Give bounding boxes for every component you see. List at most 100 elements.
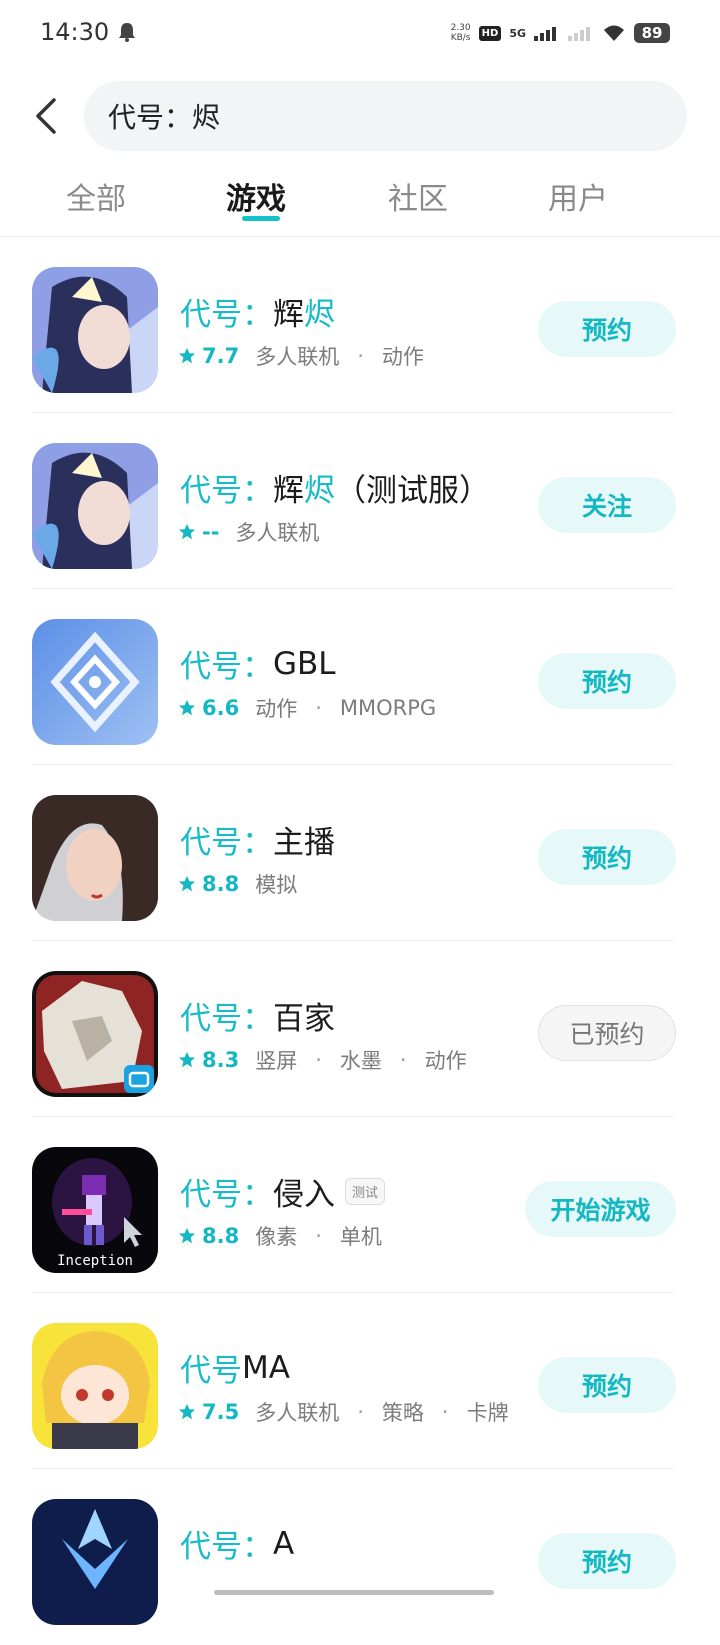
- status-time: 14:30: [40, 18, 110, 46]
- tab-all[interactable]: 全部: [66, 174, 126, 218]
- game-icon[interactable]: [32, 1323, 158, 1449]
- notification-bell-icon: [119, 23, 135, 42]
- game-tag: 竖屏: [255, 1049, 298, 1073]
- name-main: GBL: [273, 645, 336, 682]
- tab-users[interactable]: 用户: [548, 174, 608, 218]
- game-tag: 单机: [339, 1225, 382, 1249]
- name-prefix: 代号：: [180, 825, 273, 861]
- hd-icon: HD: [478, 25, 502, 41]
- reserve-button[interactable]: 预约: [538, 1357, 676, 1413]
- game-row[interactable]: Inception 代号： 侵入 测试 8.8 像素 · 单机 开始游戏: [0, 1117, 720, 1293]
- game-name: 代号 MA: [180, 1345, 290, 1390]
- home-indicator[interactable]: [214, 1590, 494, 1595]
- game-icon[interactable]: [32, 971, 158, 1097]
- star-icon: [178, 523, 196, 540]
- name-main: MA: [242, 1349, 290, 1386]
- game-tag: 模拟: [255, 873, 298, 897]
- rating: 7.7: [202, 344, 240, 368]
- name-main: 辉: [273, 473, 304, 509]
- game-icon[interactable]: [32, 443, 158, 569]
- game-name: 代号： 辉 烬 （测试服）: [180, 465, 490, 510]
- signal-2-icon: [568, 27, 590, 41]
- star-icon: [178, 875, 196, 892]
- star-icon: [178, 699, 196, 716]
- game-meta: 6.6 动作 · MMORPG: [178, 693, 436, 723]
- game-row[interactable]: 代号： 主播 8.8 模拟 预约: [0, 765, 720, 941]
- game-row[interactable]: 代号： 辉 烬 7.7 多人联机 · 动作 预约: [0, 237, 720, 413]
- game-icon[interactable]: [32, 619, 158, 745]
- reserved-button[interactable]: 已预约: [538, 1005, 676, 1061]
- name-main: 侵入: [273, 1177, 335, 1213]
- tag-separator: ·: [315, 1224, 322, 1248]
- tag-separator: ·: [441, 1400, 449, 1424]
- star-icon: [178, 1403, 196, 1420]
- rating: 6.6: [202, 696, 240, 720]
- active-tab-indicator: [242, 216, 280, 221]
- game-name: 代号： 辉 烬: [180, 289, 335, 334]
- name-suffix: （测试服）: [335, 473, 490, 509]
- tag-separator: ·: [357, 344, 364, 368]
- network-type: 5G: [509, 26, 526, 40]
- reserve-button[interactable]: 预约: [538, 301, 676, 357]
- battery-icon: 89: [634, 23, 670, 43]
- name-highlight: 烬: [304, 473, 335, 509]
- rating: 8.8: [202, 1224, 240, 1248]
- reserve-button[interactable]: 预约: [538, 829, 676, 885]
- game-row[interactable]: 代号： 辉 烬 （测试服） -- 多人联机 关注: [0, 413, 720, 589]
- play-button[interactable]: 开始游戏: [525, 1181, 676, 1237]
- game-name: 代号： GBL: [180, 641, 336, 686]
- game-meta: 8.3 竖屏 · 水墨 · 动作: [178, 1045, 467, 1075]
- reserve-button[interactable]: 预约: [538, 653, 676, 709]
- game-tag: 多人联机: [235, 521, 320, 545]
- star-icon: [178, 1051, 196, 1068]
- game-row[interactable]: 代号： GBL 6.6 动作 · MMORPG 预约: [0, 589, 720, 765]
- game-row[interactable]: 代号： A 预约: [0, 1469, 720, 1645]
- tab-bar: 全部 游戏 社区 用户: [0, 168, 720, 234]
- game-tag: 动作: [381, 345, 424, 369]
- test-badge: 测试: [345, 1178, 386, 1205]
- game-meta: -- 多人联机: [178, 517, 319, 547]
- net-speed-unit: KB/s: [450, 33, 471, 43]
- game-icon[interactable]: [32, 795, 158, 921]
- rating: 8.3: [202, 1048, 240, 1072]
- follow-button[interactable]: 关注: [538, 477, 676, 533]
- game-tag: 水墨: [339, 1049, 382, 1073]
- wifi-icon: [604, 25, 624, 41]
- net-speed: 2.30 KB/s: [451, 23, 471, 43]
- name-prefix: 代号：: [180, 1177, 273, 1213]
- name-prefix: 代号: [180, 1353, 242, 1389]
- name-prefix: 代号：: [180, 473, 273, 509]
- game-tag: 动作: [424, 1049, 467, 1073]
- game-name: 代号： 百家: [180, 993, 335, 1038]
- game-row[interactable]: 代号： 百家 8.3 竖屏 · 水墨 · 动作 已预约: [0, 941, 720, 1117]
- game-tag: 多人联机: [255, 1401, 340, 1425]
- back-button[interactable]: [26, 94, 66, 138]
- net-speed-value: 2.30: [450, 23, 471, 33]
- game-meta: 8.8 像素 · 单机: [178, 1221, 382, 1251]
- signal-icon: [534, 27, 556, 41]
- name-main: 百家: [273, 1001, 335, 1037]
- tag-separator: ·: [315, 696, 322, 720]
- reserve-button[interactable]: 预约: [538, 1533, 676, 1589]
- status-bar: 14:30 2.30 KB/s HD 5G 89: [0, 0, 720, 66]
- star-icon: [178, 347, 196, 364]
- search-input[interactable]: 代号：烬: [84, 81, 687, 151]
- game-name: 代号： 主播: [180, 817, 335, 862]
- name-main: 辉: [273, 297, 304, 333]
- game-icon[interactable]: Inception: [32, 1147, 158, 1273]
- tag-separator: ·: [399, 1048, 407, 1072]
- game-icon[interactable]: [32, 267, 158, 393]
- tab-community[interactable]: 社区: [388, 174, 448, 218]
- tab-games[interactable]: 游戏: [226, 174, 286, 218]
- back-arrow-icon: [36, 98, 56, 134]
- game-tag: MMORPG: [339, 696, 437, 720]
- game-icon[interactable]: [32, 1499, 158, 1625]
- game-name: 代号： A: [180, 1521, 294, 1566]
- tag-separator: ·: [357, 1400, 364, 1424]
- star-icon: [178, 1227, 196, 1244]
- game-tag: 动作: [255, 697, 298, 721]
- name-prefix: 代号：: [180, 297, 273, 333]
- game-tag: 多人联机: [255, 345, 340, 369]
- game-meta: 8.8 模拟: [178, 869, 297, 899]
- game-row[interactable]: 代号 MA 7.5 多人联机 · 策略 · 卡牌 预约: [0, 1293, 720, 1469]
